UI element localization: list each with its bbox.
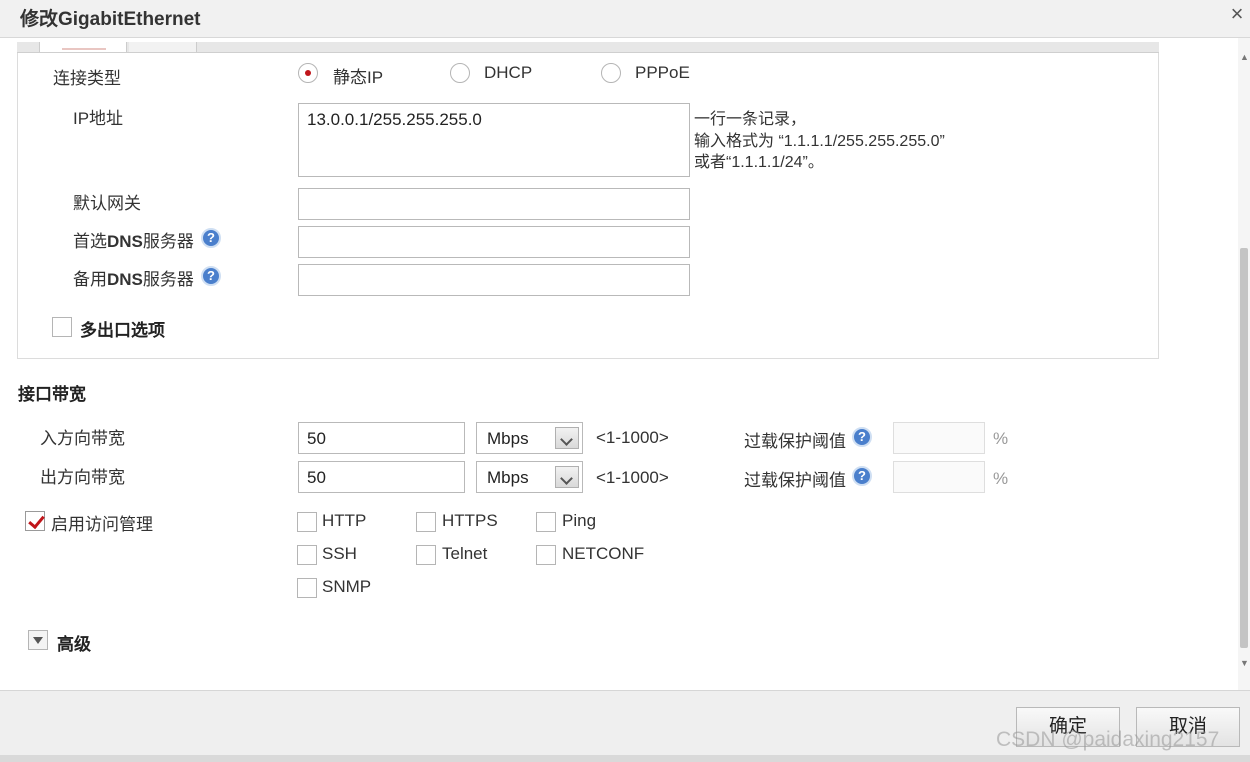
- multi-exit-label[interactable]: 多出口选项: [80, 316, 165, 341]
- panel-tab-strip: [17, 42, 1159, 53]
- gateway-input[interactable]: [298, 188, 690, 220]
- inbound-percent-label: %: [993, 429, 1009, 448]
- chevron-down-icon[interactable]: [555, 427, 579, 449]
- outbound-overload-input[interactable]: [893, 461, 985, 493]
- primary-dns-input[interactable]: [298, 226, 690, 258]
- advanced-expand-icon[interactable]: [28, 630, 48, 650]
- panel-tab-active[interactable]: [39, 42, 127, 52]
- ip-address-label: IP地址: [73, 109, 124, 128]
- inbound-overload-input[interactable]: [893, 422, 985, 454]
- inbound-overload-help-icon[interactable]: ?: [852, 427, 872, 447]
- inbound-unit-value: Mbps: [487, 429, 529, 448]
- outbound-range-hint: <1-1000>: [596, 468, 669, 487]
- access-management-label[interactable]: 启用访问管理: [51, 510, 153, 535]
- service-snmp-checkbox[interactable]: [297, 578, 317, 598]
- service-ssh-label[interactable]: SSH: [322, 544, 357, 564]
- vertical-scrollbar[interactable]: ▲ ▼: [1238, 38, 1250, 690]
- footer-bottom-strip: [0, 755, 1250, 762]
- outbound-bandwidth-label: 出方向带宽: [40, 468, 125, 487]
- service-ping-checkbox[interactable]: [536, 512, 556, 532]
- scroll-down-icon[interactable]: ▼: [1240, 658, 1249, 668]
- inbound-range-hint: <1-1000>: [596, 428, 669, 447]
- advanced-label[interactable]: 高级: [57, 630, 91, 655]
- ip-address-textarea[interactable]: 13.0.0.1/255.255.255.0: [298, 103, 690, 177]
- close-icon[interactable]: ×: [1228, 3, 1246, 25]
- radio-static-ip-label[interactable]: 静态IP: [333, 63, 383, 88]
- backup-dns-label: 备用DNS服务器: [73, 270, 194, 289]
- inbound-overload-label: 过载保护阈值: [744, 432, 846, 451]
- outbound-overload-help-icon[interactable]: ?: [852, 466, 872, 486]
- outbound-unit-value: Mbps: [487, 468, 529, 487]
- dialog-titlebar: 修改GigabitEthernet ×: [0, 0, 1250, 38]
- inbound-bandwidth-input[interactable]: 50: [298, 422, 465, 454]
- radio-dhcp[interactable]: [450, 63, 470, 83]
- service-ssh-checkbox[interactable]: [297, 545, 317, 565]
- service-telnet-label[interactable]: Telnet: [442, 544, 487, 564]
- scroll-up-icon[interactable]: ▲: [1240, 52, 1249, 62]
- service-https-checkbox[interactable]: [416, 512, 436, 532]
- ip-hint-line1: 一行一条记录，: [694, 111, 807, 128]
- radio-pppoe[interactable]: [601, 63, 621, 83]
- scrollbar-thumb[interactable]: [1240, 248, 1248, 648]
- service-http-checkbox[interactable]: [297, 512, 317, 532]
- service-telnet-checkbox[interactable]: [416, 545, 436, 565]
- radio-static-ip[interactable]: [298, 63, 318, 83]
- outbound-unit-select[interactable]: Mbps: [476, 461, 583, 493]
- backup-dns-help-icon[interactable]: ?: [201, 266, 221, 286]
- tab-indicator: [62, 48, 106, 50]
- ip-hint-line2: 输入格式为 “1.1.1.1/255.255.255.0”: [694, 133, 945, 150]
- multi-exit-checkbox[interactable]: [52, 317, 72, 337]
- service-ping-label[interactable]: Ping: [562, 511, 596, 531]
- ip-hint-line3: 或者“1.1.1.1/24”。: [694, 154, 824, 171]
- gateway-label: 默认网关: [73, 194, 141, 213]
- service-netconf-label[interactable]: NETCONF: [562, 544, 644, 564]
- backup-dns-input[interactable]: [298, 264, 690, 296]
- panel-tab[interactable]: [129, 42, 197, 52]
- primary-dns-label: 首选DNS服务器: [73, 232, 194, 251]
- radio-pppoe-label[interactable]: PPPoE: [635, 63, 690, 83]
- primary-dns-help-icon[interactable]: ?: [201, 228, 221, 248]
- access-management-checkbox[interactable]: [25, 511, 45, 531]
- service-netconf-checkbox[interactable]: [536, 545, 556, 565]
- watermark: CSDN @paidaxing2157: [996, 728, 1220, 751]
- bandwidth-section-title: 接口带宽: [18, 385, 86, 404]
- radio-dhcp-label[interactable]: DHCP: [484, 63, 532, 83]
- dialog-title: 修改GigabitEthernet: [20, 9, 201, 30]
- outbound-overload-label: 过载保护阈值: [744, 471, 846, 490]
- connection-type-label: 连接类型: [53, 69, 121, 88]
- service-snmp-label[interactable]: SNMP: [322, 577, 371, 597]
- outbound-percent-label: %: [993, 469, 1009, 488]
- outbound-bandwidth-input[interactable]: 50: [298, 461, 465, 493]
- service-http-label[interactable]: HTTP: [322, 511, 366, 531]
- inbound-bandwidth-label: 入方向带宽: [40, 429, 125, 448]
- chevron-down-icon[interactable]: [555, 466, 579, 488]
- inbound-unit-select[interactable]: Mbps: [476, 422, 583, 454]
- service-https-label[interactable]: HTTPS: [442, 511, 498, 531]
